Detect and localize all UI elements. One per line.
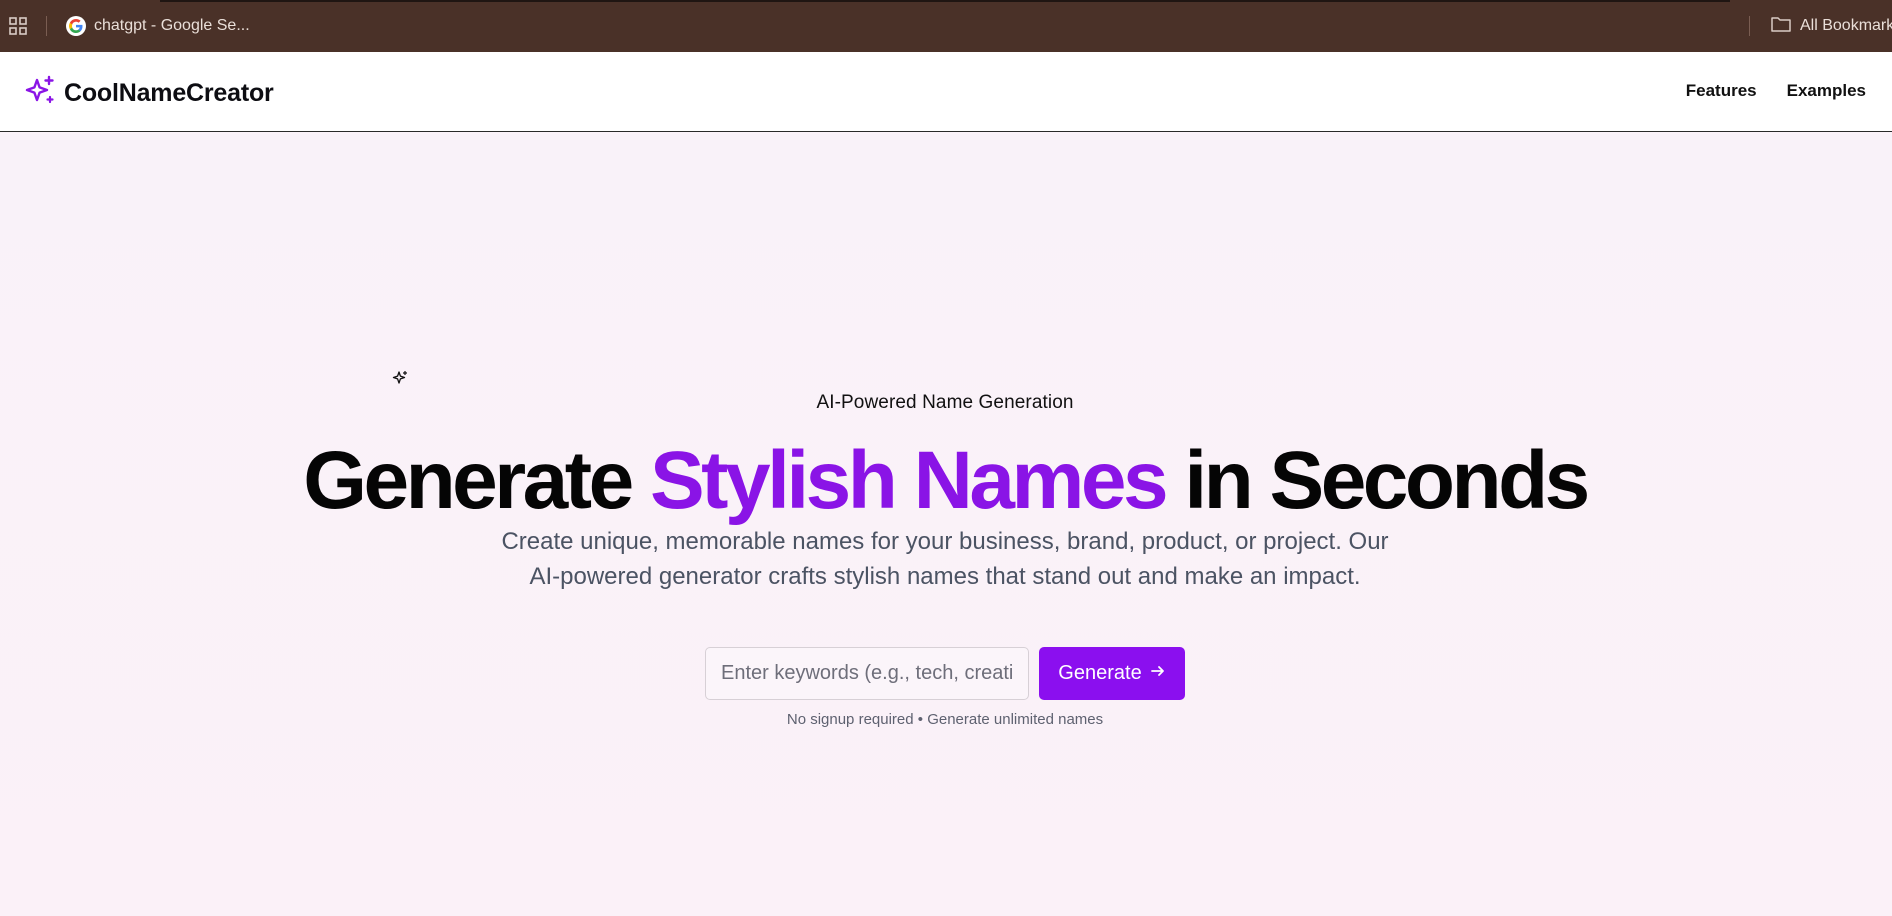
hero-note: No signup required • Generate unlimited … <box>786 711 1104 728</box>
hero-subtext: Create unique, memorable names for your … <box>501 528 1389 590</box>
browser-bookmarks-bar: chatgpt - Google Se... All Bookmarks <box>0 0 1892 52</box>
keyword-input[interactable] <box>705 647 1029 700</box>
site-header: CoolNameCreator Features Examples <box>0 52 1892 132</box>
brand-name: CoolNameCreator <box>64 79 274 107</box>
sparkle-icon <box>392 370 408 391</box>
bookmark-chatgpt-google[interactable]: chatgpt - Google Se... <box>66 14 250 38</box>
nav-link-features[interactable]: Features <box>1686 81 1757 101</box>
hero-eyebrow: AI-Powered Name Generation <box>816 392 1074 413</box>
google-icon <box>66 16 86 36</box>
bookmarks-divider <box>46 16 47 36</box>
bookmarks-divider-right <box>1749 16 1750 36</box>
arrow-right-icon <box>1150 662 1166 685</box>
nav-link-examples[interactable]: Examples <box>1787 81 1866 101</box>
headline-end: in Seconds <box>1165 435 1590 526</box>
headline-start: Generate <box>303 435 650 526</box>
keyword-form: Generate <box>705 647 1185 700</box>
hero-section: AI-Powered Name Generation Generate Styl… <box>0 134 1892 916</box>
main-nav: Features Examples <box>1686 81 1866 101</box>
sparkles-icon <box>24 75 56 112</box>
all-bookmarks-label: All Bookmarks <box>1800 17 1892 34</box>
bookmark-label: chatgpt - Google Se... <box>94 17 250 34</box>
folder-icon <box>1770 15 1792 38</box>
apps-grid-icon[interactable] <box>8 16 28 36</box>
all-bookmarks-button[interactable]: All Bookmarks <box>1770 14 1892 38</box>
generate-label: Generate <box>1058 662 1142 684</box>
tab-strip-edge <box>160 0 1730 2</box>
brand-logo-link[interactable]: CoolNameCreator <box>24 75 274 112</box>
hero-headline: Generate Stylish Names in Seconds <box>0 434 1890 528</box>
headline-accent: Stylish Names <box>649 435 1169 526</box>
generate-button[interactable]: Generate <box>1039 647 1185 700</box>
